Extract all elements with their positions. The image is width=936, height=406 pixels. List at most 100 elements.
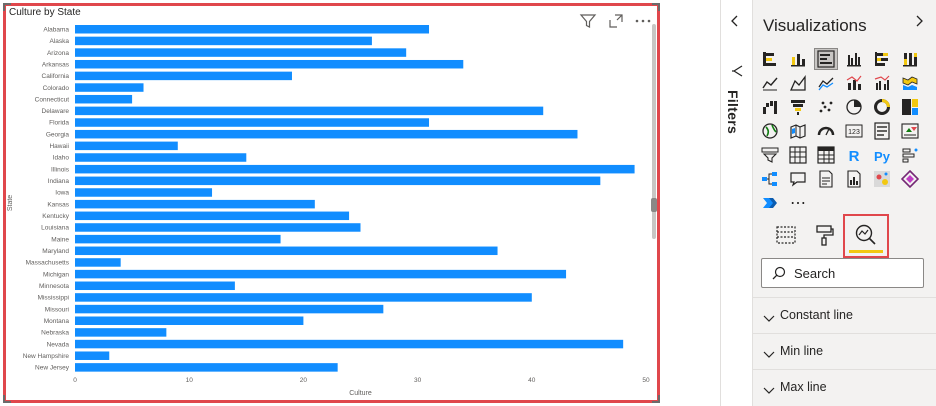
chevron-left-icon[interactable] xyxy=(729,14,741,33)
x-tick-label: 0 xyxy=(73,377,77,384)
decomposition-tree-icon[interactable] xyxy=(758,168,782,190)
bar[interactable] xyxy=(75,188,213,197)
bar[interactable] xyxy=(75,328,167,337)
filters-pane-collapsed[interactable]: Filters xyxy=(721,0,752,406)
search-input[interactable]: Search xyxy=(761,258,924,288)
analytics-icon[interactable] xyxy=(851,220,881,250)
bar[interactable] xyxy=(75,199,315,209)
category-label: Nevada xyxy=(47,341,70,348)
stacked-bar-chart-icon[interactable] xyxy=(758,48,782,70)
resize-handle-bottom-left[interactable] xyxy=(3,395,11,403)
100-stacked-bar-chart-icon[interactable] xyxy=(870,48,894,70)
category-label: Iowa xyxy=(55,190,69,197)
matrix-icon[interactable] xyxy=(814,144,838,166)
power-apps-icon[interactable] xyxy=(898,168,922,190)
bar[interactable] xyxy=(75,36,372,46)
chart-scroll-thumb[interactable] xyxy=(651,198,657,212)
key-influencers-icon[interactable] xyxy=(898,144,922,166)
pie-chart-icon[interactable] xyxy=(842,96,866,118)
resize-handle-bottom-right[interactable] xyxy=(652,395,660,403)
bar[interactable] xyxy=(75,25,430,34)
bar[interactable] xyxy=(75,71,292,81)
section-min-line[interactable]: Min line xyxy=(753,333,936,369)
bar[interactable] xyxy=(75,83,144,92)
multi-row-card-icon[interactable] xyxy=(870,120,894,142)
bar[interactable] xyxy=(75,304,384,314)
100-stacked-column-chart-icon[interactable] xyxy=(898,48,922,70)
visualizations-pane: Visualizations 123 R Py ⋯ Search Constan… xyxy=(753,0,936,406)
bar[interactable] xyxy=(75,258,121,267)
bar[interactable] xyxy=(75,59,464,69)
line-chart-icon[interactable] xyxy=(758,72,782,94)
bar[interactable] xyxy=(75,339,624,349)
section-max-line[interactable]: Max line xyxy=(753,369,936,405)
resize-handle-top-left[interactable] xyxy=(3,3,11,11)
bar[interactable] xyxy=(75,269,567,279)
chevron-right-icon[interactable] xyxy=(913,14,925,33)
bar[interactable] xyxy=(75,316,304,326)
format-icon[interactable] xyxy=(809,220,839,250)
bar[interactable] xyxy=(75,141,178,151)
bar[interactable] xyxy=(75,153,247,162)
scatter-chart-icon[interactable] xyxy=(814,96,838,118)
chevron-down-icon xyxy=(763,310,775,328)
bar[interactable] xyxy=(75,246,498,256)
map-icon[interactable] xyxy=(758,120,782,142)
bar-chart-visual[interactable]: Culture by State Alabama Alaska Arizona Ark… xyxy=(3,3,660,403)
section-label: Min line xyxy=(780,344,824,358)
category-label: Massachusetts xyxy=(26,260,70,267)
category-label: Connecticut xyxy=(35,96,70,103)
clustered-column-chart-icon[interactable] xyxy=(842,48,866,70)
funnel-icon[interactable] xyxy=(786,96,810,118)
table-icon[interactable] xyxy=(786,144,810,166)
bar[interactable] xyxy=(75,106,544,116)
clustered-bar-chart-icon[interactable] xyxy=(814,48,838,70)
svg-text:R: R xyxy=(849,148,860,164)
stacked-area-chart-icon[interactable] xyxy=(814,72,838,94)
card-icon[interactable]: 123 xyxy=(842,120,866,142)
power-automate-icon[interactable] xyxy=(758,192,782,214)
kpi-icon[interactable] xyxy=(898,120,922,142)
slicer-icon[interactable] xyxy=(758,144,782,166)
fields-icon[interactable] xyxy=(771,220,801,250)
bar[interactable] xyxy=(75,164,635,174)
bar[interactable] xyxy=(75,293,532,302)
category-label: Mississippi xyxy=(38,295,69,302)
donut-chart-icon[interactable] xyxy=(870,96,894,118)
bar[interactable] xyxy=(75,48,407,57)
paginated-report-icon[interactable] xyxy=(842,168,866,190)
category-label: Colorado xyxy=(43,85,70,92)
treemap-icon[interactable] xyxy=(898,96,922,118)
bar[interactable] xyxy=(75,363,338,372)
python-visual-icon[interactable]: Py xyxy=(870,144,894,166)
ribbon-chart-icon[interactable] xyxy=(898,72,922,94)
more-visuals-icon[interactable]: ⋯ xyxy=(786,192,810,214)
bar[interactable] xyxy=(75,176,601,186)
filters-label[interactable]: Filters xyxy=(725,90,741,134)
bar[interactable] xyxy=(75,129,578,139)
smart-narrative-icon[interactable] xyxy=(814,168,838,190)
qa-icon[interactable] xyxy=(786,168,810,190)
category-label: Kansas xyxy=(47,201,69,208)
section-constant-line[interactable]: Constant line xyxy=(753,297,936,333)
area-chart-icon[interactable] xyxy=(786,72,810,94)
bar[interactable] xyxy=(75,94,133,104)
filled-map-icon[interactable] xyxy=(786,120,810,142)
bar[interactable] xyxy=(75,234,281,244)
bar[interactable] xyxy=(75,281,235,291)
arcgis-map-icon[interactable] xyxy=(870,168,894,190)
gauge-icon[interactable] xyxy=(814,120,838,142)
r-visual-icon[interactable]: R xyxy=(842,144,866,166)
stacked-column-chart-icon[interactable] xyxy=(786,48,810,70)
line-and-clustered-column-icon[interactable] xyxy=(870,72,894,94)
section-label: Max line xyxy=(780,380,827,394)
resize-handle-top-right[interactable] xyxy=(652,3,660,11)
line-and-stacked-column-icon[interactable] xyxy=(842,72,866,94)
bar[interactable] xyxy=(75,351,110,360)
bar[interactable] xyxy=(75,211,350,221)
svg-text:Py: Py xyxy=(874,149,891,164)
bar[interactable] xyxy=(75,223,361,232)
category-label: Illinois xyxy=(51,166,70,173)
waterfall-chart-icon[interactable] xyxy=(758,96,782,118)
bar[interactable] xyxy=(75,118,430,127)
